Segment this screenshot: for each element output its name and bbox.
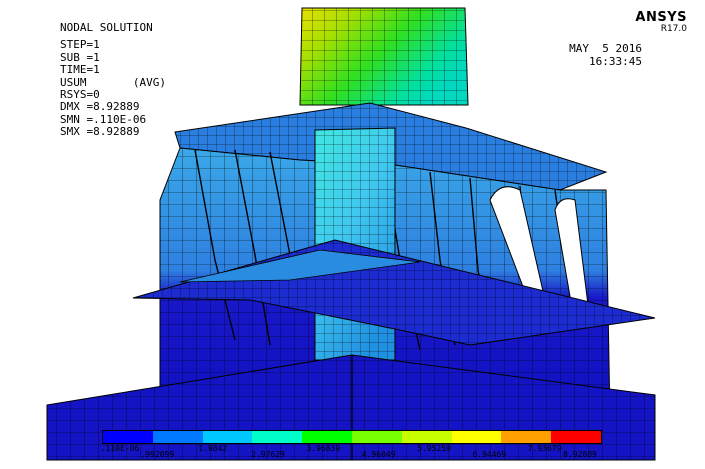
plot-time: 16:33:45 — [589, 55, 642, 68]
ansys-logo: ANSYS R17.0 — [635, 10, 687, 34]
legend-swatch-8 — [501, 431, 552, 443]
legend-label-2: 1.9842 — [198, 444, 228, 453]
plot-datetime: MAY 5 2016 16:33:45 — [569, 42, 642, 68]
legend-label-8: 7.93679 — [527, 444, 562, 453]
legend-swatch-6 — [401, 431, 452, 443]
contour-legend-bar — [102, 430, 602, 444]
legend-swatch-3 — [252, 431, 303, 443]
column-upper — [299, 7, 469, 106]
brand-version: R17.0 — [660, 24, 687, 34]
contour-legend-labels: .110E-06.992099 1.9842 2.97629 3.96839 4.960… — [100, 444, 602, 460]
legend-swatch-5 — [351, 431, 402, 443]
legend-label-0: .110E-06 — [100, 444, 140, 453]
legend-swatch-2 — [202, 431, 253, 443]
legend-swatch-4 — [302, 431, 352, 443]
plot-title: NODAL SOLUTION — [60, 21, 153, 34]
info-dmx: DMX =8.92889 — [60, 100, 140, 114]
legend-label-1: .992099 — [140, 450, 175, 459]
legend-label-9: 8.92889 — [563, 450, 597, 459]
plot-date: MAY 5 2016 — [569, 42, 642, 55]
legend-label-4: 3.96839 — [306, 444, 341, 453]
plot-info-panel: NODAL SOLUTION STEP=1 SUB =1 TIME=1 USUM… — [60, 21, 166, 139]
brand-name: ANSYS — [635, 10, 687, 25]
info-smx: SMX =8.92889 — [60, 125, 140, 139]
legend-label-3: 2.97629 — [251, 450, 285, 459]
info-time: TIME=1 — [60, 63, 100, 77]
legend-swatch-0 — [103, 431, 153, 443]
legend-swatch-1 — [152, 431, 203, 443]
graphics-viewport[interactable]: NODAL SOLUTION STEP=1 SUB =1 TIME=1 USUM… — [0, 0, 705, 469]
legend-label-5: 4.96049 — [361, 450, 396, 459]
legend-label-7: 6.94469 — [472, 450, 507, 459]
legend-swatch-7 — [451, 431, 502, 443]
legend-label-6: 5.95259 — [417, 444, 451, 453]
legend-swatch-9 — [551, 431, 601, 443]
info-step: STEP=1 — [60, 38, 100, 52]
